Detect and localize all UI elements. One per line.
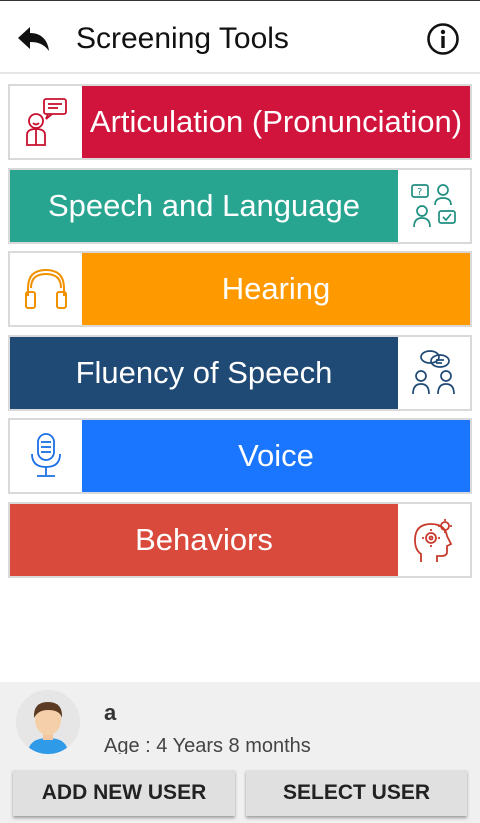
tool-articulation[interactable]: Articulation (Pronunciation) [8, 84, 472, 160]
info-icon[interactable] [426, 22, 460, 56]
tool-label: Hearing [82, 253, 470, 325]
tool-fluency-speech[interactable]: Fluency of Speech [8, 335, 472, 411]
app-bar: Screening Tools [0, 0, 480, 74]
tool-label: Fluency of Speech [10, 337, 398, 409]
tool-voice[interactable]: Voice [8, 418, 472, 494]
speaking-person-icon [10, 86, 82, 158]
back-arrow-icon[interactable] [16, 21, 56, 57]
user-name: a [104, 700, 117, 725]
tool-label: Speech and Language [10, 170, 398, 242]
tool-behaviors[interactable]: Behaviors [8, 502, 472, 578]
tool-speech-language[interactable]: Speech and Language ? [8, 168, 472, 244]
tool-label: Voice [82, 420, 470, 492]
conversation-people-icon: ? [398, 170, 470, 242]
head-gears-icon [398, 504, 470, 576]
svg-text:?: ? [417, 187, 422, 198]
dialogue-people-icon [398, 337, 470, 409]
tool-hearing[interactable]: Hearing [8, 251, 472, 327]
page-title: Screening Tools [76, 22, 289, 55]
select-user-button[interactable]: SELECT USER [246, 770, 467, 816]
add-new-user-button[interactable]: ADD NEW USER [13, 770, 235, 816]
user-panel: a Age : 4 Years 8 months ADD NEW USER SE… [0, 682, 480, 823]
tool-label: Behaviors [10, 504, 398, 576]
headphones-icon [10, 253, 82, 325]
avatar-boy-icon [16, 690, 80, 754]
microphone-icon [10, 420, 82, 492]
tool-label: Articulation (Pronunciation) [82, 86, 470, 158]
user-age: Age : 4 Years 8 months [104, 735, 311, 754]
